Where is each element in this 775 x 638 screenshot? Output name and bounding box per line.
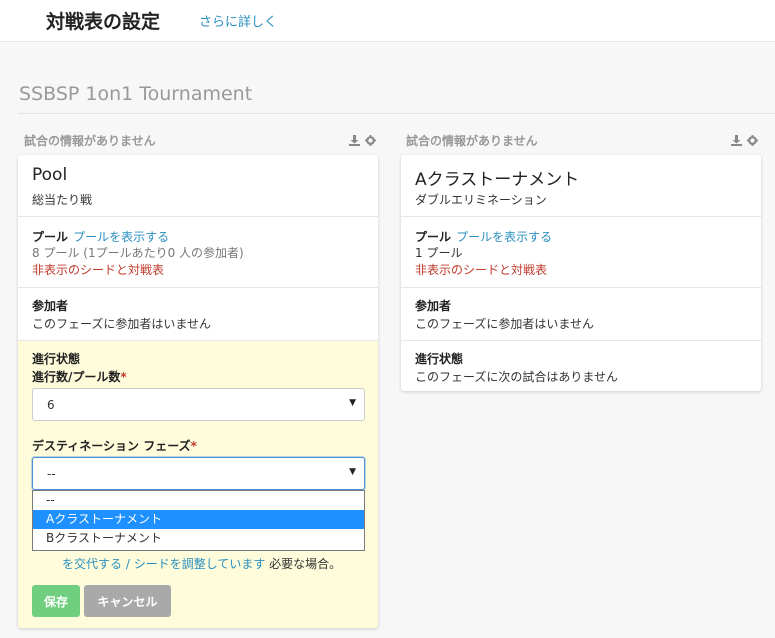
progress-section: 進行状態 このフェーズに次の試合はありません [401,340,761,391]
dropdown-option[interactable]: -- [33,491,364,510]
view-pools-link[interactable]: プールを表示する [456,230,552,244]
caret-down-icon: ▼ [349,398,356,408]
download-icon[interactable] [349,134,360,146]
phase-title: Pool [32,165,68,185]
progress-label: 進行状態 [415,352,464,366]
pools-section: プール プールを表示する 8 プール (1プールあたり0 人の参加者) 非表示の… [18,216,378,287]
hidden-seeds-link[interactable]: 非表示のシードと対戦表 [415,261,547,278]
no-match-info-label: 試合の情報がありません [24,134,156,148]
help-text: を交代する / シードを調整しています 必要な場合。 [62,557,342,571]
participants-text: このフェーズに参加者はいません [415,317,595,331]
phase-type: ダブルエリミネーション [415,193,547,207]
participants-section: 参加者 このフェーズに参加者はいません [401,287,761,340]
required-marker: * [190,439,197,453]
advance-select[interactable]: 6 ▼ [32,388,365,421]
phase-tools [731,133,758,146]
participants-label: 参加者 [415,299,452,313]
advance-label: 進行数/プール数* [32,370,127,384]
phase-type: 総当たり戦 [32,193,93,207]
gear-icon[interactable] [746,134,758,146]
destination-dropdown-list: -- Aクラストーナメント Bクラストーナメント [32,490,365,551]
swap-link[interactable]: を交代する [62,557,122,571]
gear-icon[interactable] [364,134,376,146]
top-bar: 対戦表の設定 さらに詳しく [0,0,775,42]
details-link[interactable]: さらに詳しく [199,11,277,30]
pools-label: プール [415,230,452,244]
advance-select-value: 6 [47,398,55,412]
page-title: 対戦表の設定 [46,11,161,33]
participants-label: 参加者 [32,299,69,313]
phase-tools [349,133,376,146]
adjust-seeds-link[interactable]: シードを調整しています [134,557,266,571]
pools-label: プール [32,230,69,244]
participants-section: 参加者 このフェーズに参加者はいません [18,287,378,340]
download-icon[interactable] [731,134,742,146]
save-button[interactable]: 保存 [32,585,80,617]
destination-select-value: -- [47,467,56,481]
caret-down-icon: ▼ [349,467,356,477]
progress-text: このフェーズに次の試合はありません [415,370,619,384]
phase-title: Aクラストーナメント [415,170,580,190]
destination-select[interactable]: -- ▼ [32,457,365,490]
divider [18,113,775,114]
tournament-name: SSBSP 1on1 Tournament [19,83,253,105]
dropdown-option-highlighted[interactable]: Aクラストーナメント [33,510,364,529]
dropdown-option[interactable]: Bクラストーナメント [33,529,364,548]
cancel-button[interactable]: キャンセル [84,585,171,617]
required-marker: * [120,370,127,384]
participants-text: このフェーズに参加者はいません [32,317,212,331]
view-pools-link[interactable]: プールを表示する [73,230,169,244]
pool-count: 8 プール (1プールあたり0 人の参加者) [32,246,244,260]
pool-count: 1 プール [415,246,463,260]
hidden-seeds-link[interactable]: 非表示のシードと対戦表 [32,261,164,278]
progress-label: 進行状態 [32,352,81,366]
pools-section: プール プールを表示する 1 プール 非表示のシードと対戦表 [401,216,761,287]
destination-label: デスティネーション フェーズ* [32,439,197,453]
no-match-info-label: 試合の情報がありません [406,134,538,148]
phase-card-a-class: Aクラストーナメント ダブルエリミネーション プール プールを表示する 1 プー… [401,155,761,391]
